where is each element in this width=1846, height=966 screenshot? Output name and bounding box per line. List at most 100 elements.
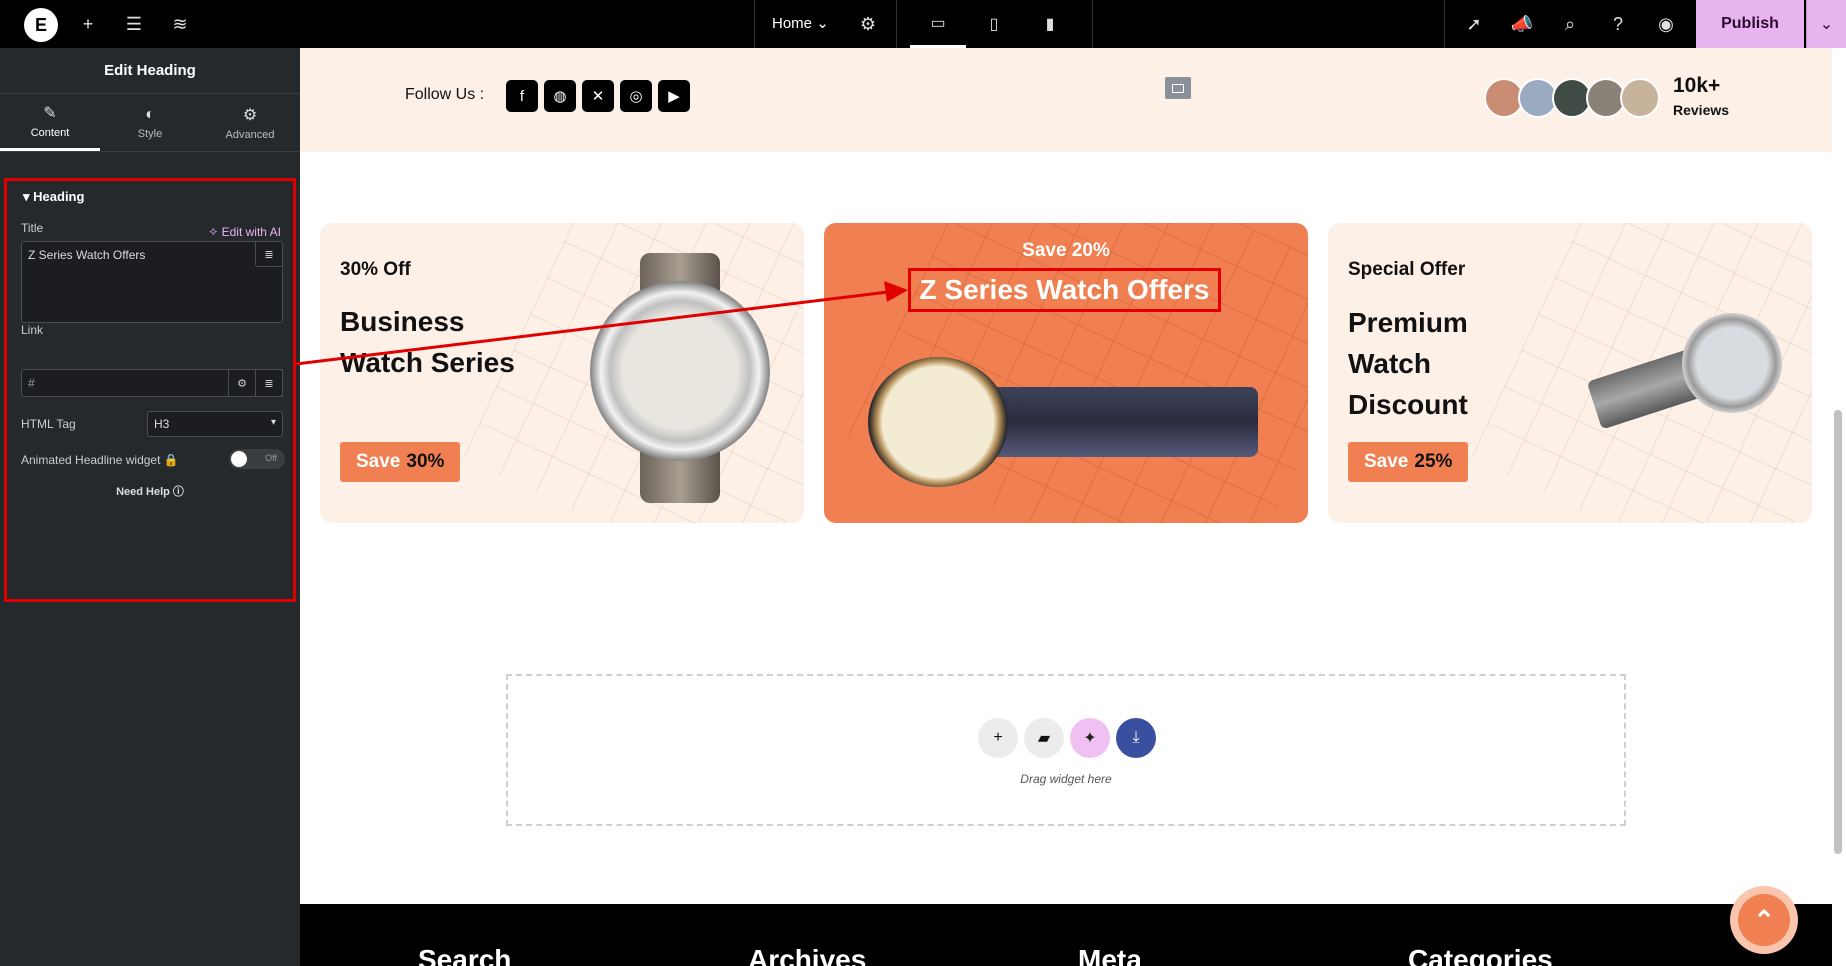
page-selector[interactable]: Home ⌄ — [772, 14, 829, 32]
section-title: Heading — [33, 189, 85, 204]
link-placeholder: # — [28, 376, 35, 390]
html-tag-value: H3 — [154, 417, 170, 431]
search-icon[interactable]: ⌕ — [1558, 12, 1582, 36]
divider — [896, 0, 897, 48]
sparkle-icon: ✧ — [208, 225, 219, 239]
dynamic-tags-icon[interactable]: ≣ — [255, 241, 283, 267]
container-handle-icon[interactable] — [1165, 77, 1191, 99]
canvas-scrollbar[interactable] — [1834, 410, 1842, 854]
caret-down-icon: ▾ — [23, 189, 30, 204]
tab-label: Style — [137, 127, 163, 140]
tab-content[interactable]: ✎ Content — [0, 94, 100, 151]
save-value: 25% — [1414, 451, 1453, 472]
panel-tabs: ✎ Content ◐ Style ⚙ Advanced — [0, 94, 300, 152]
save-value: 30% — [406, 451, 445, 472]
card-title: Premium Watch Discount — [1348, 307, 1468, 420]
import-download-icon[interactable]: ⤓ — [1116, 718, 1156, 758]
divider — [754, 0, 755, 48]
footer-heading-meta: Meta — [1078, 944, 1142, 966]
add-element-icon[interactable]: + — [76, 12, 100, 36]
link-dynamic-tags-icon[interactable]: ≣ — [255, 369, 283, 397]
ai-sparkle-icon[interactable]: ✦ — [1070, 718, 1110, 758]
top-bar: E + ☰ ≋ Home ⌄ ⚙ ▭ ▯ ▮ ➚ 📣 ⌕ ? ◉ Publish… — [0, 0, 1846, 48]
reviews-label: Reviews — [1673, 102, 1730, 118]
footer-heading-archives: Archives — [748, 944, 867, 966]
offer-card-z-series[interactable]: Save 20% Z Series Watch Offers — [824, 223, 1308, 523]
announcements-megaphone-icon[interactable]: 📣 — [1510, 12, 1534, 36]
save-prefix: Save — [356, 451, 401, 472]
add-section-plus-icon[interactable]: + — [978, 718, 1018, 758]
mobile-view-icon[interactable]: ▮ — [1022, 0, 1078, 48]
footer-heading-categories: Categories — [1408, 944, 1553, 966]
site-settings-icon[interactable]: ☰ — [122, 12, 146, 36]
card-subtitle: 30% Off — [340, 259, 411, 280]
title-textarea[interactable]: Z Series Watch Offers ≣ — [21, 241, 283, 323]
edit-ai-label: Edit with AI — [221, 225, 281, 239]
selected-heading-widget[interactable]: Z Series Watch Offers — [908, 268, 1221, 312]
toggle-state: Off — [265, 453, 277, 463]
preview-eye-icon[interactable]: ◉ — [1654, 12, 1678, 36]
publish-options-chevron-icon[interactable]: ⌄ — [1806, 0, 1846, 48]
animated-headline-label: Animated Headline widget 🔒 — [21, 453, 179, 467]
rocket-icon[interactable]: ➚ — [1462, 12, 1486, 36]
link-input[interactable]: # ⚙ ≣ — [21, 369, 283, 397]
desktop-view-icon[interactable]: ▭ — [910, 0, 966, 48]
x-twitter-icon[interactable]: ✕ — [582, 80, 614, 112]
gear-icon: ⚙ — [242, 106, 258, 124]
tab-label: Content — [30, 127, 70, 139]
tab-style[interactable]: ◐ Style — [100, 94, 200, 151]
instagram-icon[interactable]: ◎ — [620, 80, 652, 112]
caret-down-icon: ▾ — [270, 417, 276, 428]
title-label: Title — [21, 221, 44, 235]
watch-image — [590, 253, 770, 503]
animated-headline-toggle[interactable]: Off — [229, 449, 285, 469]
site-footer — [300, 904, 1832, 966]
section-toggle[interactable]: ▾ Heading — [23, 189, 84, 205]
html-tag-select[interactable]: H3 ▾ — [147, 411, 283, 437]
avatar — [1620, 78, 1660, 118]
template-library-folder-icon[interactable]: ▰ — [1024, 718, 1064, 758]
need-help-link[interactable]: Need Help ⓘ — [7, 483, 293, 499]
animated-label-text: Animated Headline widget — [21, 453, 161, 467]
preview-canvas: Follow Us : f ◍ ✕ ◎ ▶ 10k+ Reviews 30% O… — [300, 48, 1832, 966]
title-text: Z Series Watch Offers — [28, 248, 146, 262]
question-circle-icon: ⓘ — [172, 486, 184, 498]
save-button[interactable]: Save 30% — [340, 442, 461, 482]
offer-card-business[interactable]: 30% Off Business Watch Series Save 30% — [320, 223, 804, 523]
follow-us-label: Follow Us : — [405, 86, 485, 103]
structure-layers-icon[interactable]: ≋ — [168, 12, 192, 36]
double-chevron-up-icon: ⌃ — [1738, 894, 1790, 946]
tablet-view-icon[interactable]: ▯ — [966, 0, 1022, 48]
watch-image — [1586, 313, 1790, 433]
page-settings-gear-icon[interactable]: ⚙ — [856, 12, 880, 36]
card-subtitle: Save 20% — [1022, 240, 1110, 261]
toggle-knob — [231, 451, 247, 467]
html-tag-label: HTML Tag — [21, 417, 76, 431]
scroll-to-top-button[interactable]: ⌃ — [1730, 886, 1798, 954]
heading-section: ▾ Heading Title ✧ Edit with AI Z Series … — [4, 178, 296, 602]
dribbble-icon[interactable]: ◍ — [544, 80, 576, 112]
card-title: Business Watch Series — [340, 306, 515, 378]
tab-advanced[interactable]: ⚙ Advanced — [200, 94, 300, 151]
edit-panel: Edit Heading ✎ Content ◐ Style ⚙ Advance… — [0, 48, 300, 966]
save-prefix: Save — [1364, 451, 1409, 472]
edit-with-ai-button[interactable]: ✧ Edit with AI — [208, 225, 281, 239]
divider — [1444, 0, 1445, 48]
youtube-icon[interactable]: ▶ — [658, 80, 690, 112]
link-options-gear-icon[interactable]: ⚙ — [228, 369, 256, 397]
publish-button[interactable]: Publish — [1696, 0, 1804, 48]
link-label: Link — [21, 323, 44, 337]
help-icon[interactable]: ? — [1606, 12, 1630, 36]
offer-card-premium[interactable]: Special Offer Premium Watch Discount Sav… — [1328, 223, 1812, 523]
panel-title: Edit Heading — [0, 48, 300, 94]
follow-bar: Follow Us : f ◍ ✕ ◎ ▶ 10k+ Reviews — [300, 48, 1832, 152]
chevron-down-icon: ⌄ — [816, 15, 829, 32]
facebook-icon[interactable]: f — [506, 80, 538, 112]
card-subtitle: Special Offer — [1348, 259, 1466, 280]
tab-label: Advanced — [225, 128, 275, 141]
drag-widget-hint: Drag widget here — [1020, 772, 1112, 786]
elementor-logo-icon[interactable]: E — [24, 8, 58, 42]
divider — [1092, 0, 1093, 48]
save-button[interactable]: Save 25% — [1348, 442, 1469, 482]
drop-zone[interactable]: + ▰ ✦ ⤓ Drag widget here — [506, 674, 1626, 826]
